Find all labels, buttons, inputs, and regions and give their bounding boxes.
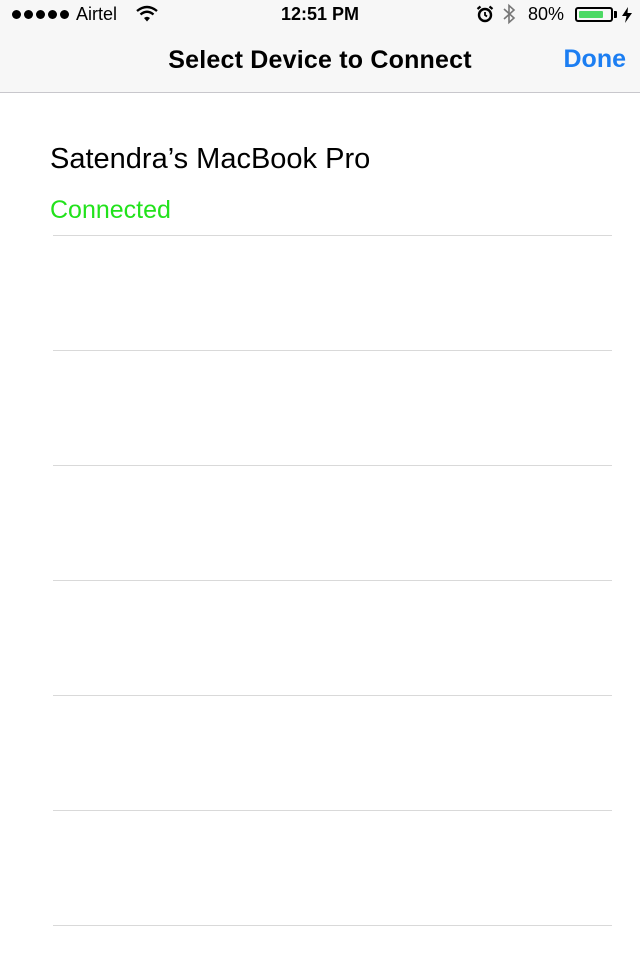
battery-percent: 80% [528,4,565,24]
device-row[interactable]: Satendra’s MacBook Pro Connected [0,93,640,235]
empty-list-row [0,466,640,580]
charging-bolt-icon [621,6,633,29]
row-separator [53,925,612,926]
empty-list-row [0,696,640,810]
bluetooth-icon [501,3,517,30]
device-name: Satendra’s MacBook Pro [50,143,371,175]
status-bar: Airtel 12:51 PM 80% [0,0,640,30]
done-button[interactable]: Done [564,45,627,74]
empty-list-row [0,351,640,465]
empty-list-row [0,236,640,350]
empty-list-row [0,811,640,925]
battery-nub [614,11,617,18]
battery-icon [575,7,613,22]
alarm-icon [476,5,494,28]
empty-list-row [0,581,640,695]
device-status: Connected [50,196,171,224]
navigation-bar: Select Device to Connect Done [0,30,640,93]
page-title: Select Device to Connect [168,46,472,74]
